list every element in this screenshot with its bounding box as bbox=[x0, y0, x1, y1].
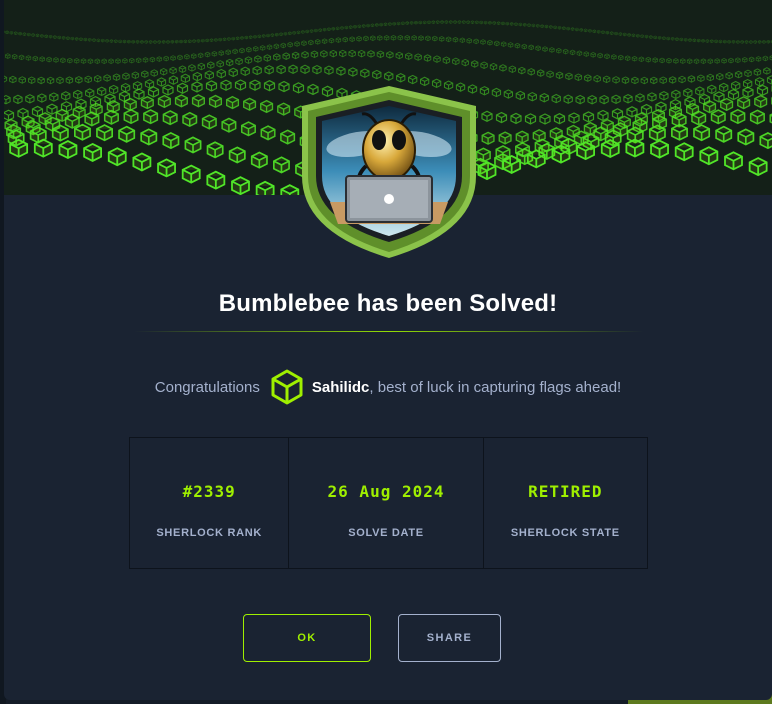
banner-cube bbox=[225, 95, 240, 110]
stat-label: SOLVE DATE bbox=[348, 527, 424, 539]
username: Sahilidc bbox=[311, 378, 370, 396]
banner-cube bbox=[273, 156, 290, 174]
share-button[interactable]: SHARE bbox=[398, 614, 501, 662]
banner-cube bbox=[206, 141, 224, 159]
banner-cube bbox=[720, 97, 734, 112]
banner-cube bbox=[123, 108, 139, 125]
banner-cube bbox=[58, 140, 78, 160]
banner-cube bbox=[107, 147, 127, 167]
banner-cube bbox=[162, 110, 178, 126]
banner-cube bbox=[157, 158, 176, 178]
banner-cube bbox=[96, 124, 114, 142]
banner-cube bbox=[191, 94, 205, 108]
hexagon-cube-icon bbox=[271, 369, 303, 405]
stat-value: 26 Aug 2024 bbox=[327, 482, 445, 501]
banner-cube bbox=[650, 139, 669, 159]
banner-cube bbox=[64, 113, 80, 129]
banner-cube bbox=[51, 124, 69, 142]
banner-cube bbox=[184, 136, 202, 154]
banner-cube bbox=[481, 131, 495, 145]
banner-cube bbox=[749, 109, 765, 125]
banner-cube bbox=[691, 110, 707, 126]
banner-cube bbox=[231, 176, 250, 195]
stat-label: SHERLOCK STATE bbox=[510, 527, 620, 539]
stat-value: RETIRED bbox=[528, 482, 603, 501]
banner-cube bbox=[83, 142, 102, 162]
banner-cube bbox=[710, 109, 726, 125]
banner-cube bbox=[250, 151, 268, 169]
banner-cube bbox=[243, 97, 257, 111]
stat-sherlock-rank: #2339 SHERLOCK RANK bbox=[130, 438, 290, 568]
banner-cube bbox=[260, 99, 274, 114]
banner-cube bbox=[277, 102, 291, 116]
banner-cube bbox=[260, 125, 276, 141]
banner-cube bbox=[123, 97, 137, 112]
congrats-prefix: Congratulations bbox=[154, 378, 260, 396]
stats-panel: #2339 SHERLOCK RANK 26 Aug 2024 SOLVE DA… bbox=[129, 437, 648, 569]
banner-cube bbox=[9, 138, 29, 158]
banner-cube bbox=[74, 123, 91, 141]
banner-cube bbox=[671, 123, 688, 141]
banner-cube bbox=[208, 94, 223, 109]
banner-cube bbox=[118, 125, 136, 143]
banner-cube bbox=[625, 138, 645, 158]
stat-label: SHERLOCK RANK bbox=[156, 527, 263, 539]
banner-cube bbox=[84, 111, 100, 127]
banner-cube bbox=[730, 108, 746, 125]
banner-cube bbox=[140, 96, 154, 110]
banner-cube bbox=[201, 114, 217, 130]
banner-cube bbox=[759, 132, 772, 150]
title-divider bbox=[134, 331, 644, 332]
banner-cube bbox=[221, 117, 237, 133]
solved-dialog: Bumblebee has been Solved! Congratulatio… bbox=[4, 0, 772, 700]
congrats-suffix: , best of luck in capturing flags ahead! bbox=[369, 378, 622, 396]
stat-sherlock-state: RETIRED SHERLOCK STATE bbox=[484, 438, 647, 568]
banner-cube bbox=[754, 94, 768, 109]
banner-cube bbox=[737, 96, 751, 110]
banner-cube bbox=[674, 142, 694, 162]
banner-cube bbox=[703, 100, 717, 114]
banner-cube bbox=[143, 109, 159, 125]
banner-cube bbox=[157, 94, 171, 109]
banner-cube bbox=[502, 154, 522, 174]
banner-cube bbox=[132, 152, 152, 172]
banner-cube bbox=[174, 94, 188, 108]
banner-cube bbox=[162, 132, 180, 150]
banner-cube bbox=[477, 161, 497, 181]
stat-solve-date: 26 Aug 2024 SOLVE DATE bbox=[289, 438, 484, 568]
banner-cube bbox=[498, 131, 512, 145]
banner-cube bbox=[724, 151, 743, 171]
banner-cube bbox=[33, 138, 53, 158]
banner-cube bbox=[737, 128, 755, 146]
banner-cube bbox=[280, 129, 296, 145]
banner-cube bbox=[240, 121, 256, 137]
banner-cube bbox=[206, 170, 226, 190]
banner-cube bbox=[515, 130, 529, 144]
banner-cube bbox=[181, 164, 201, 184]
banner-cube bbox=[576, 141, 595, 161]
stat-value: #2339 bbox=[182, 482, 236, 501]
banner-cube bbox=[699, 146, 719, 166]
banner-cube bbox=[526, 149, 546, 169]
banner-cube bbox=[748, 157, 768, 177]
banner-cube bbox=[103, 109, 119, 125]
banner-cube bbox=[693, 124, 711, 142]
banner-cube bbox=[715, 125, 733, 143]
congratulations-message: Congratulations Sahilidc , best of luck … bbox=[4, 368, 772, 406]
banner-cube bbox=[551, 144, 571, 164]
banner-cube bbox=[648, 124, 666, 142]
banner-cube bbox=[140, 128, 158, 146]
banner-cube bbox=[228, 146, 246, 164]
banner-cube bbox=[600, 139, 620, 159]
ok-button[interactable]: OK bbox=[243, 614, 371, 662]
bumblebee-badge-icon bbox=[302, 86, 476, 258]
banner-cube bbox=[182, 111, 198, 128]
dialog-title: Bumblebee has been Solved! bbox=[218, 290, 558, 317]
